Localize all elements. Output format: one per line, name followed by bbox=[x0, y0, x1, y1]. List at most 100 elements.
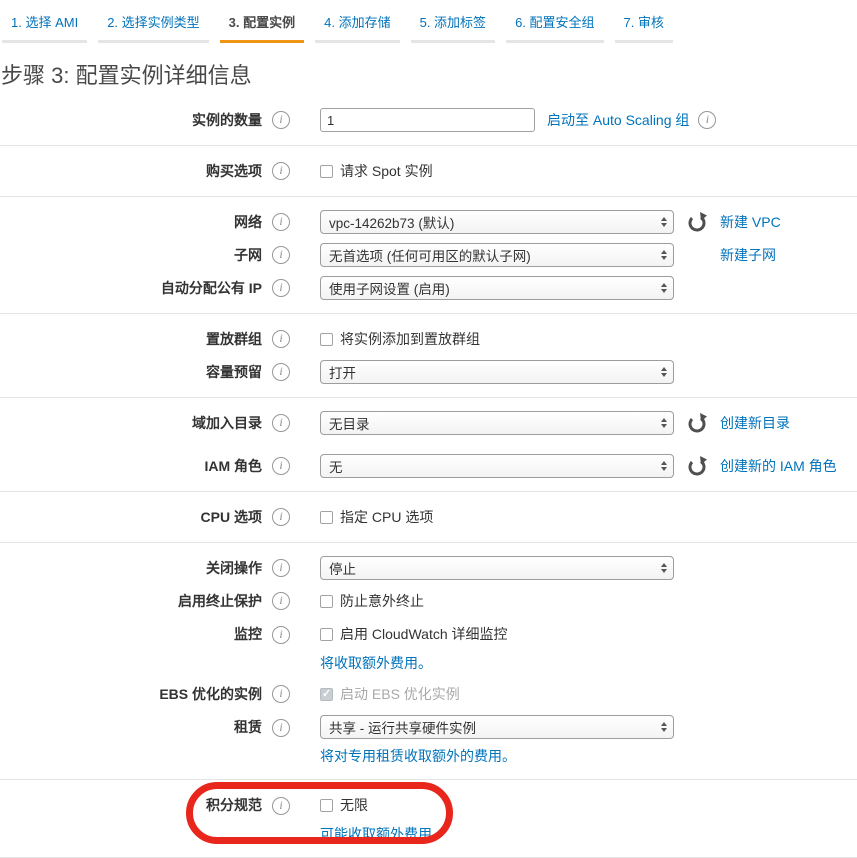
info-icon[interactable] bbox=[272, 685, 290, 703]
info-icon[interactable] bbox=[272, 279, 290, 297]
cloudwatch-monitoring-checkbox[interactable]: 启用 CloudWatch 详细监控 bbox=[320, 622, 508, 646]
checkbox-box[interactable] bbox=[320, 628, 333, 641]
subnet-select[interactable]: 无首选项 (任何可用区的默认子网) bbox=[320, 243, 674, 267]
info-icon[interactable] bbox=[272, 363, 290, 381]
info-icon[interactable] bbox=[272, 508, 290, 526]
field-label-cpu-options: CPU 选项 bbox=[0, 505, 262, 529]
field-label-credit-specification: 积分规范 bbox=[0, 793, 262, 817]
create-subnet-link[interactable]: 新建子网 bbox=[720, 245, 776, 265]
info-icon[interactable] bbox=[272, 719, 290, 737]
domain-join-directory-select[interactable]: 无目录 bbox=[320, 411, 674, 435]
info-icon[interactable] bbox=[272, 592, 290, 610]
instance-count-input[interactable] bbox=[320, 108, 535, 132]
tab-label: 2. 选择实例类型 bbox=[107, 15, 199, 30]
field-label-domain-join-directory: 域加入目录 bbox=[0, 411, 262, 435]
field-label-ebs-optimized: EBS 优化的实例 bbox=[0, 682, 262, 706]
info-icon[interactable] bbox=[272, 246, 290, 264]
up-down-arrows-icon bbox=[661, 418, 667, 428]
launch-into-auto-scaling-link[interactable]: 启动至 Auto Scaling 组 bbox=[547, 110, 689, 130]
row-subnet: 子网 无首选项 (任何可用区的默认子网) 新建子网 bbox=[0, 243, 857, 267]
info-icon[interactable] bbox=[272, 797, 290, 815]
up-down-arrows-icon bbox=[661, 250, 667, 260]
select-value: 使用子网设置 (启用) bbox=[329, 278, 450, 298]
tab-review[interactable]: 7. 审核 bbox=[615, 9, 673, 43]
checkbox-box[interactable] bbox=[320, 799, 333, 812]
tenancy-fee-note: 将对专用租赁收取额外的费用。 bbox=[320, 746, 516, 766]
tab-configure-security-group[interactable]: 6. 配置安全组 bbox=[506, 9, 603, 43]
up-down-arrows-icon bbox=[661, 283, 667, 293]
tab-add-storage[interactable]: 4. 添加存储 bbox=[315, 9, 399, 43]
refresh-icon[interactable] bbox=[687, 456, 707, 476]
up-down-arrows-icon bbox=[661, 563, 667, 573]
info-icon[interactable] bbox=[272, 162, 290, 180]
create-iam-role-link[interactable]: 创建新的 IAM 角色 bbox=[720, 456, 837, 476]
checkbox-box[interactable] bbox=[320, 595, 333, 608]
section-cpu-options: CPU 选项 指定 CPU 选项 bbox=[0, 492, 857, 543]
up-down-arrows-icon bbox=[661, 217, 667, 227]
termination-protection-checkbox[interactable]: 防止意外终止 bbox=[320, 589, 424, 613]
network-select[interactable]: vpc-14262b73 (默认) bbox=[320, 210, 674, 234]
checkbox-label: 请求 Spot 实例 bbox=[340, 161, 433, 181]
monitoring-fee-note: 将收取额外费用。 bbox=[320, 653, 432, 673]
tenancy-select[interactable]: 共享 - 运行共享硬件实例 bbox=[320, 715, 674, 739]
field-label-auto-assign-public-ip: 自动分配公有 IP bbox=[0, 276, 262, 300]
info-icon[interactable] bbox=[272, 414, 290, 432]
section-directory-iam: 域加入目录 无目录 创建新目录 IAM 角色 bbox=[0, 398, 857, 492]
auto-assign-public-ip-select[interactable]: 使用子网设置 (启用) bbox=[320, 276, 674, 300]
row-monitoring: 监控 启用 CloudWatch 详细监控 将收取额外费用。 bbox=[0, 622, 857, 673]
checkbox-box[interactable] bbox=[320, 165, 333, 178]
refresh-icon[interactable] bbox=[687, 413, 707, 433]
unlimited-credit-checkbox[interactable]: 无限 bbox=[320, 793, 368, 817]
tab-choose-ami[interactable]: 1. 选择 AMI bbox=[2, 9, 87, 43]
select-value: 无首选项 (任何可用区的默认子网) bbox=[329, 245, 531, 265]
info-icon[interactable] bbox=[272, 111, 290, 129]
tab-label: 1. 选择 AMI bbox=[11, 15, 78, 30]
checkbox-label: 无限 bbox=[340, 795, 368, 815]
page-title: 步骤 3: 配置实例详细信息 bbox=[1, 58, 857, 90]
row-shutdown-behavior: 关闭操作 停止 bbox=[0, 556, 857, 580]
row-auto-assign-public-ip: 自动分配公有 IP 使用子网设置 (启用) bbox=[0, 276, 857, 300]
info-icon[interactable] bbox=[272, 559, 290, 577]
row-instance-count: 实例的数量 启动至 Auto Scaling 组 bbox=[0, 108, 857, 132]
iam-role-select[interactable]: 无 bbox=[320, 454, 674, 478]
row-capacity-reservation: 容量预留 打开 bbox=[0, 360, 857, 384]
field-label-iam-role: IAM 角色 bbox=[0, 454, 262, 478]
up-down-arrows-icon bbox=[661, 461, 667, 471]
field-label-placement-group: 置放群组 bbox=[0, 327, 262, 351]
section-behavior: 关闭操作 停止 启用终止保护 防止意外终止 监控 bbox=[0, 543, 857, 780]
row-placement-group: 置放群组 将实例添加到置放群组 bbox=[0, 327, 857, 351]
instance-count-controls: 启动至 Auto Scaling 组 bbox=[320, 108, 716, 132]
info-icon[interactable] bbox=[272, 626, 290, 644]
info-icon[interactable] bbox=[698, 111, 716, 129]
create-directory-link[interactable]: 创建新目录 bbox=[720, 413, 790, 433]
row-cpu-options: CPU 选项 指定 CPU 选项 bbox=[0, 505, 857, 529]
info-icon[interactable] bbox=[272, 457, 290, 475]
tab-choose-instance-type[interactable]: 2. 选择实例类型 bbox=[98, 9, 208, 43]
info-icon[interactable] bbox=[272, 330, 290, 348]
checkbox-box[interactable] bbox=[320, 333, 333, 346]
section-placement: 置放群组 将实例添加到置放群组 容量预留 打开 bbox=[0, 314, 857, 398]
credit-fee-link[interactable]: 可能收取额外费用 bbox=[320, 824, 432, 844]
capacity-reservation-select[interactable]: 打开 bbox=[320, 360, 674, 384]
shutdown-behavior-select[interactable]: 停止 bbox=[320, 556, 674, 580]
select-value: 停止 bbox=[329, 558, 356, 578]
section-instance-count: 实例的数量 启动至 Auto Scaling 组 bbox=[0, 95, 857, 146]
checkbox-label: 将实例添加到置放群组 bbox=[340, 329, 480, 349]
row-ebs-optimized: EBS 优化的实例 启动 EBS 优化实例 bbox=[0, 682, 857, 706]
info-icon[interactable] bbox=[272, 213, 290, 231]
tab-add-tags[interactable]: 5. 添加标签 bbox=[411, 9, 495, 43]
select-value: 无 bbox=[329, 456, 343, 476]
checkbox-box[interactable] bbox=[320, 511, 333, 524]
field-label-termination-protection: 启用终止保护 bbox=[0, 589, 262, 613]
field-label-network: 网络 bbox=[0, 210, 262, 234]
request-spot-checkbox[interactable]: 请求 Spot 实例 bbox=[320, 159, 433, 183]
row-network: 网络 vpc-14262b73 (默认) 新建 VPC bbox=[0, 210, 857, 234]
cpu-options-checkbox[interactable]: 指定 CPU 选项 bbox=[320, 505, 433, 529]
row-domain-join-directory: 域加入目录 无目录 创建新目录 bbox=[0, 411, 857, 435]
tab-configure-instance[interactable]: 3. 配置实例 bbox=[220, 9, 304, 43]
create-vpc-link[interactable]: 新建 VPC bbox=[720, 212, 781, 232]
select-value: 打开 bbox=[329, 362, 356, 382]
refresh-icon[interactable] bbox=[687, 212, 707, 232]
section-purchase-option: 购买选项 请求 Spot 实例 bbox=[0, 146, 857, 197]
placement-group-checkbox[interactable]: 将实例添加到置放群组 bbox=[320, 327, 480, 351]
